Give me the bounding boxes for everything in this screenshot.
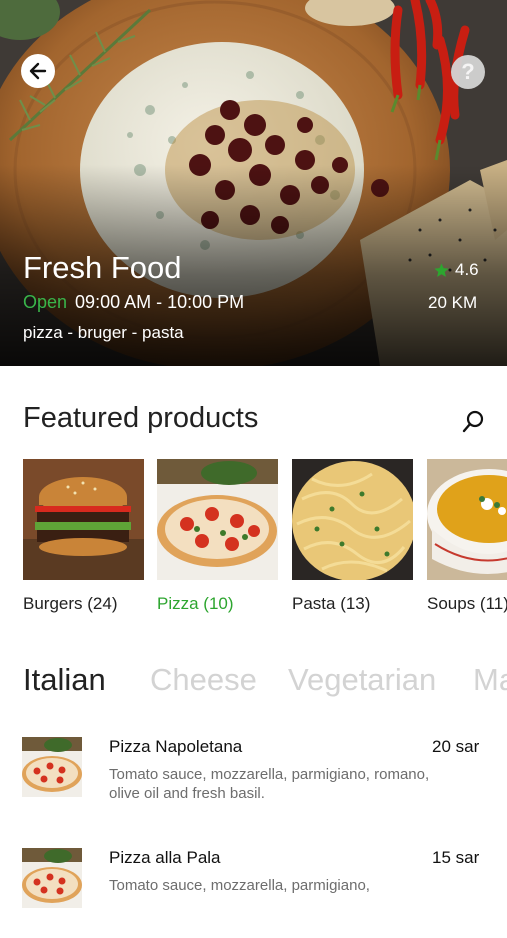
category-label: Pizza (10): [157, 594, 234, 613]
rating-value: 4.6: [455, 260, 479, 279]
back-arrow-icon: [29, 62, 47, 80]
category-pizza[interactable]: Pizza (10): [157, 459, 278, 614]
store-distance: 20 KM: [428, 293, 478, 312]
soup-image: [427, 459, 507, 580]
tab-more[interactable]: Ma: [473, 661, 507, 699]
store-hours: 09:00 AM - 10:00 PM: [75, 292, 245, 312]
star-icon: [434, 262, 449, 277]
menu-item-description: Tomato sauce, mozzarella, parmigiano, ro…: [109, 766, 430, 802]
pizza-image: [157, 459, 278, 580]
menu-item-name: Pizza Napoletana: [109, 737, 243, 756]
menu-item-description: Tomato sauce, mozzarella, parmigiano,: [109, 877, 370, 894]
category-label: Soups (11): [427, 594, 507, 613]
menu-item-name: Pizza alla Pala: [109, 848, 221, 867]
store-hours-row: Open 09:00 AM - 10:00 PM: [23, 292, 244, 313]
store-tags: pizza - bruger - pasta: [23, 323, 184, 342]
help-icon: ?: [461, 59, 475, 84]
category-label: Pasta (13): [292, 594, 371, 613]
category-pasta[interactable]: Pasta (13): [292, 459, 413, 614]
category-burgers[interactable]: Burgers (24): [23, 459, 144, 614]
menu-item-image: [22, 848, 82, 908]
store-hero: ? Fresh Food Open 09:00 AM - 10:00 PM piz…: [0, 0, 507, 366]
menu-item-price: 15 sar: [432, 848, 480, 867]
search-button[interactable]: [460, 408, 488, 436]
burger-image: [23, 459, 144, 580]
back-button[interactable]: [21, 54, 55, 88]
category-soups[interactable]: Soups (11): [427, 459, 507, 614]
pasta-image: [292, 459, 413, 580]
search-icon: [462, 410, 484, 433]
tab-italian[interactable]: Italian: [23, 661, 106, 699]
menu-item[interactable]: Pizza Napoletana 20 sar Tomato sauce, mo…: [0, 737, 507, 827]
tab-cheese[interactable]: Cheese: [150, 661, 257, 699]
category-label: Burgers (24): [23, 594, 118, 613]
store-name: Fresh Food: [23, 250, 182, 285]
menu-tabs: Italian Cheese Vegetarian Ma: [23, 661, 507, 703]
help-button[interactable]: ?: [451, 55, 485, 89]
featured-title: Featured products: [23, 402, 259, 434]
tab-vegetarian[interactable]: Vegetarian: [288, 661, 436, 699]
menu-item-image: [22, 737, 82, 797]
category-carousel[interactable]: Burgers (24) Pizza (10) Pasta (13) Soups…: [23, 459, 507, 629]
store-rating: 4.6: [433, 260, 479, 280]
menu-item[interactable]: Pizza alla Pala 15 sar Tomato sauce, moz…: [0, 848, 507, 938]
menu-item-price: 20 sar: [432, 737, 480, 756]
open-status: Open: [23, 292, 68, 312]
